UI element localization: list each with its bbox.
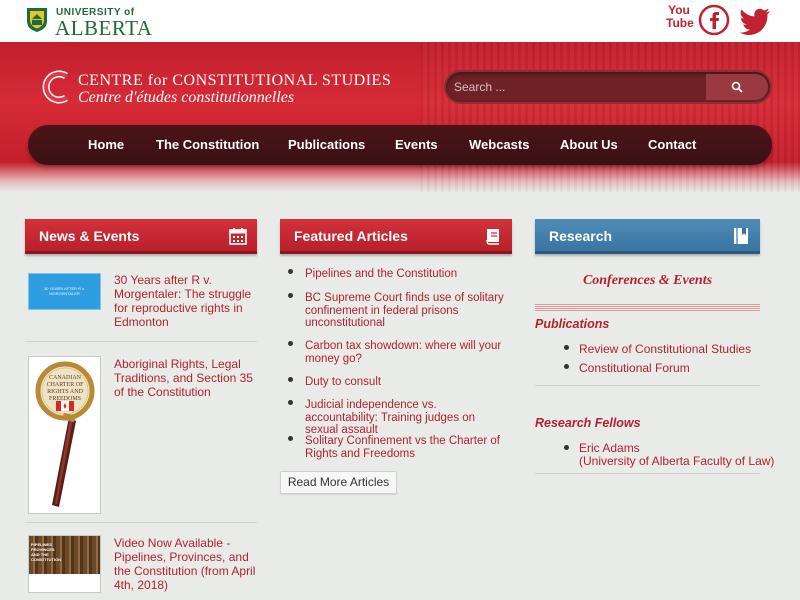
research-heading[interactable]: Research <box>535 219 760 254</box>
news-thumbnail[interactable]: CANADIAN CHARTER OF RIGHTS AND FREEDOMS <box>28 356 101 514</box>
banner-texture <box>420 42 800 192</box>
book-icon <box>486 229 499 245</box>
nav-publications[interactable]: Publications <box>288 125 365 165</box>
news-events-heading[interactable]: News & Events <box>25 219 257 254</box>
ccs-logo-icon[interactable] <box>40 70 74 104</box>
calendar-icon <box>229 228 247 245</box>
top-bar: UNIVERSITY of ALBERTA You Tube <box>0 0 800 42</box>
facebook-icon[interactable] <box>696 4 732 36</box>
featured-article-link[interactable]: BC Supreme Court finds use of solitary c… <box>305 292 510 330</box>
featured-article-link[interactable]: Duty to consult <box>305 376 510 389</box>
news-divider <box>25 341 257 342</box>
news-item-title[interactable]: Video Now Available - Pipelines, Provinc… <box>114 536 262 592</box>
nav-events[interactable]: Events <box>395 125 438 165</box>
publication-link[interactable]: Review of Constitutional Studies <box>579 343 751 356</box>
research-fellows-title: Research Fellows <box>535 416 641 430</box>
news-thumbnail[interactable]: 30 YEARS AFTER R v. MORGENTALER <box>28 273 101 310</box>
featured-article-link[interactable]: Judicial independence vs. accountability… <box>305 399 510 437</box>
youtube-link[interactable]: You Tube <box>666 3 694 36</box>
nav-the-constitution[interactable]: The Constitution <box>156 125 259 165</box>
bullet <box>564 345 569 350</box>
search-box <box>444 70 772 104</box>
search-input[interactable] <box>454 76 704 98</box>
news-thumbnail[interactable]: PIPELINES PROVINCES AND THE CONSTITUTION <box>28 535 101 593</box>
bullet <box>288 341 293 346</box>
conferences-events-link[interactable]: Conferences & Events <box>535 273 760 289</box>
alberta-label: ALBERTA <box>55 16 153 40</box>
news-divider <box>25 522 257 523</box>
fellow-affiliation[interactable]: (University of Alberta Faculty of Law) <box>579 455 774 468</box>
twitter-icon[interactable] <box>738 4 772 36</box>
university-of-alberta-logo[interactable]: UNIVERSITY of ALBERTA <box>26 5 156 40</box>
youtube-icon: You Tube <box>666 3 694 30</box>
bullet <box>564 364 569 369</box>
bullet <box>288 400 293 405</box>
read-more-articles-button[interactable]: Read More Articles <box>280 471 397 494</box>
news-item-title[interactable]: 30 Years after R v. Morgentaler: The str… <box>114 273 262 329</box>
nav-webcasts[interactable]: Webcasts <box>469 125 529 165</box>
publications-title: Publications <box>535 317 610 331</box>
nav-contact[interactable]: Contact <box>648 125 696 165</box>
centre-subtitle[interactable]: Centre d'études constitutionnelles <box>78 89 294 107</box>
main-nav: Home The Constitution Publications Event… <box>28 125 772 165</box>
university-crest-icon <box>27 8 47 32</box>
centre-title[interactable]: CENTRE for CONSTITUTIONAL STUDIES <box>78 72 391 90</box>
header-banner <box>0 42 800 192</box>
bullet <box>288 377 293 382</box>
bookmark-book-icon <box>734 228 748 244</box>
logos-strip <box>29 574 100 592</box>
bullet <box>288 293 293 298</box>
news-item-title[interactable]: Aboriginal Rights, Legal Traditions, and… <box>114 357 262 399</box>
decorative-stripe <box>535 304 760 311</box>
bullet <box>288 269 293 274</box>
nav-about-us[interactable]: About Us <box>560 125 618 165</box>
research-divider <box>535 385 760 386</box>
search-button[interactable] <box>706 74 768 100</box>
featured-article-link[interactable]: Carbon tax showdown: where will your mon… <box>305 340 510 365</box>
featured-article-link[interactable]: Pipelines and the Constitution <box>305 268 510 281</box>
featured-articles-heading[interactable]: Featured Articles <box>280 219 512 254</box>
nav-home[interactable]: Home <box>88 125 124 165</box>
bullet <box>288 436 293 441</box>
publication-link[interactable]: Constitutional Forum <box>579 362 690 375</box>
featured-article-link[interactable]: Solitary Confinement vs the Charter of R… <box>305 435 510 460</box>
bullet <box>564 445 569 450</box>
search-icon <box>731 81 743 93</box>
research-divider <box>535 473 760 474</box>
